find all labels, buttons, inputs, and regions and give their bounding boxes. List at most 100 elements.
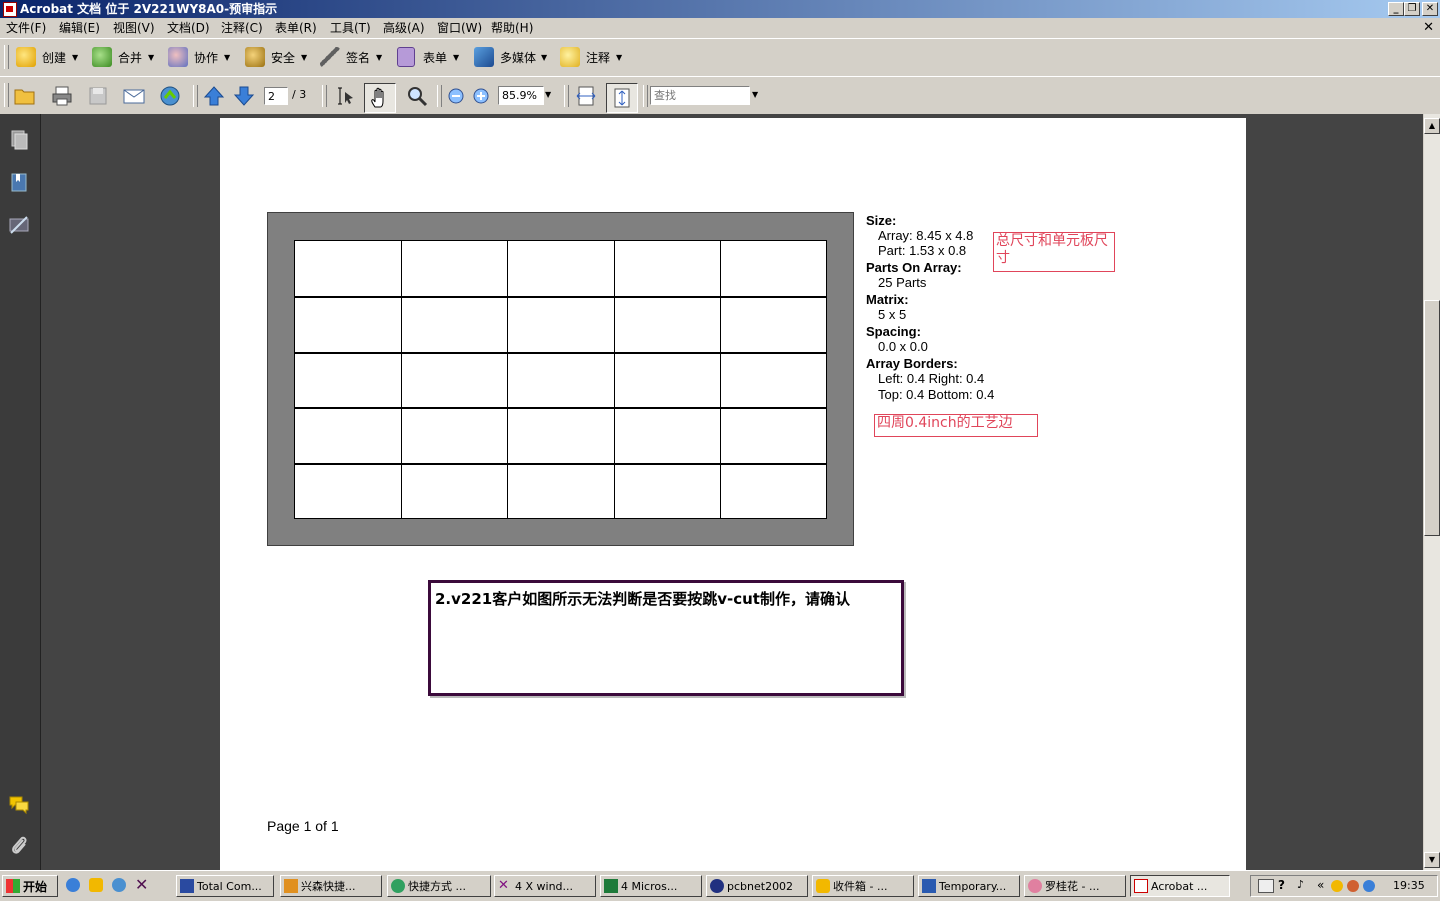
comment-button[interactable]: 注释 ▼ [560, 47, 626, 69]
secure-button[interactable]: 安全 ▼ [245, 47, 311, 69]
menu-forms[interactable]: 表单(R) [275, 20, 317, 36]
forms-label: 表单 [423, 51, 448, 65]
taskbar-label: Temporary... [939, 880, 1007, 893]
save-icon[interactable] [86, 84, 110, 108]
file-toolbar: 2 / 3 85.9% ▼ ▼ [0, 76, 1440, 115]
taskbar-temporary[interactable]: Temporary... [918, 875, 1020, 897]
collaborate-icon [168, 47, 188, 67]
tray-app-icon[interactable] [1347, 880, 1359, 892]
size-annotation[interactable]: 总尺寸和单元板尺寸 [993, 232, 1115, 272]
border-annotation[interactable]: 四周0.4inch的工艺边 [874, 414, 1038, 437]
xmanager-quicklaunch-icon[interactable]: ✕ [135, 875, 148, 894]
forms-button[interactable]: 表单 ▼ [397, 47, 463, 69]
scroll-up-icon[interactable]: ▲ [1424, 118, 1440, 134]
question-textbox[interactable]: 2.v221客户如图所示无法判断是否要按跳v-cut制作，请确认 [428, 580, 904, 696]
keyboard-icon[interactable] [1258, 879, 1274, 893]
web-upload-icon[interactable] [158, 84, 182, 108]
restore-button[interactable]: ❐ [1404, 2, 1420, 16]
taskbar-pcbnet[interactable]: pcbnet2002 [706, 875, 808, 897]
menu-advanced[interactable]: 高级(A) [383, 20, 425, 36]
toolbar-grip[interactable] [4, 45, 9, 69]
print-icon[interactable] [50, 84, 74, 108]
page-number-input[interactable]: 2 [264, 87, 288, 105]
zoom-in-icon[interactable] [469, 84, 493, 108]
ie-quicklaunch-icon[interactable] [66, 878, 80, 892]
tray-network-icon[interactable] [1363, 880, 1375, 892]
signatures-icon[interactable] [8, 214, 30, 236]
start-button[interactable]: 开始 [2, 875, 58, 897]
clock: 19:35 [1393, 879, 1425, 892]
taskbar-microsoft[interactable]: 4 Micros... [600, 875, 702, 897]
app-icon [922, 879, 936, 893]
zoom-dropdown-chevron-icon[interactable]: ▼ [545, 90, 551, 99]
menu-document[interactable]: 文档(D) [167, 20, 210, 36]
system-tray: ? ♪ « 19:35 [1250, 875, 1438, 897]
taskbar-inbox[interactable]: 收件箱 - ... [812, 875, 914, 897]
taskbar: 开始 ✕ Total Com... 兴森快捷... 快捷方式 ... ✕ 4 X … [0, 870, 1440, 901]
comments-icon[interactable] [8, 793, 30, 815]
next-page-icon[interactable] [232, 84, 256, 108]
zoom-level-field[interactable]: 85.9% [498, 86, 544, 105]
menu-comments[interactable]: 注释(C) [221, 20, 263, 36]
tray-app-icon[interactable] [1331, 880, 1343, 892]
toolbar-separator [564, 85, 569, 107]
toolbar-separator [322, 85, 327, 107]
app-icon: ✕ [498, 878, 509, 893]
fit-page-button[interactable] [606, 83, 638, 113]
grid-row-line [294, 352, 827, 354]
spec-matrix-label: Matrix: [866, 292, 909, 307]
taskbar-shortcut[interactable]: 快捷方式 ... [387, 875, 491, 897]
menu-help[interactable]: 帮助(H) [491, 20, 533, 36]
menu-file[interactable]: 文件(F) [6, 20, 46, 36]
outlook-quicklaunch-icon[interactable] [112, 878, 126, 892]
zoom-out-icon[interactable] [444, 84, 468, 108]
taskbar-total-commander[interactable]: Total Com... [176, 875, 274, 897]
taskbar-acrobat[interactable]: Acrobat ... [1130, 875, 1230, 897]
attachments-icon[interactable] [8, 834, 30, 856]
multimedia-button[interactable]: 多媒体 ▼ [474, 47, 554, 69]
search-input[interactable] [650, 86, 750, 105]
grid-row-line [294, 407, 827, 409]
toolbar-grip[interactable] [4, 83, 9, 107]
expand-tray-icon[interactable]: « [1317, 878, 1324, 892]
taskbar-label: 罗桂花 - ... [1045, 880, 1100, 893]
scroll-thumb[interactable] [1424, 300, 1440, 536]
create-button[interactable]: 创建 ▼ [16, 47, 82, 69]
taskbar-label: 兴森快捷... [301, 880, 356, 893]
help-icon[interactable]: ? [1278, 878, 1285, 892]
vertical-scrollbar[interactable]: ▲ ▼ [1424, 114, 1440, 870]
close-window-button[interactable]: ✕ [1422, 2, 1438, 16]
app-icon [1028, 879, 1042, 893]
app-icon [284, 879, 298, 893]
volume-icon[interactable]: ♪ [1297, 878, 1304, 891]
taskbar-xwindows[interactable]: ✕ 4 X wind... [494, 875, 596, 897]
taskbar-chat[interactable]: 罗桂花 - ... [1024, 875, 1126, 897]
taskbar-xingsen[interactable]: 兴森快捷... [280, 875, 382, 897]
menu-window[interactable]: 窗口(W) [437, 20, 482, 36]
menu-tools[interactable]: 工具(T) [330, 20, 371, 36]
pages-icon[interactable] [8, 128, 30, 150]
select-text-icon[interactable] [333, 84, 357, 108]
multimedia-icon [474, 47, 494, 67]
menu-bar: 文件(F) 编辑(E) 视图(V) 文档(D) 注释(C) 表单(R) 工具(T… [0, 18, 1440, 38]
chevron-down-icon: ▼ [301, 53, 308, 62]
email-icon[interactable] [122, 84, 146, 108]
scroll-down-icon[interactable]: ▼ [1424, 852, 1440, 868]
combine-button[interactable]: 合并 ▼ [92, 47, 158, 69]
toolbar-separator [193, 85, 198, 107]
menu-view[interactable]: 视图(V) [113, 20, 155, 36]
previous-page-icon[interactable] [202, 84, 226, 108]
search-dropdown-chevron-icon[interactable]: ▼ [752, 90, 758, 99]
form-icon [397, 47, 415, 67]
zoom-tool-icon[interactable] [405, 84, 429, 108]
minimize-button[interactable]: _ [1388, 2, 1404, 16]
quicklaunch-icon[interactable] [89, 878, 103, 892]
collaborate-button[interactable]: 协作 ▼ [168, 47, 234, 69]
sign-button[interactable]: 签名 ▼ [320, 47, 386, 69]
fit-width-icon[interactable] [574, 84, 598, 108]
bookmarks-icon[interactable] [8, 171, 30, 193]
menu-edit[interactable]: 编辑(E) [59, 20, 100, 36]
hand-tool-button[interactable] [364, 83, 396, 113]
close-document-icon[interactable]: ✕ [1423, 20, 1434, 35]
open-folder-icon[interactable] [13, 84, 37, 108]
